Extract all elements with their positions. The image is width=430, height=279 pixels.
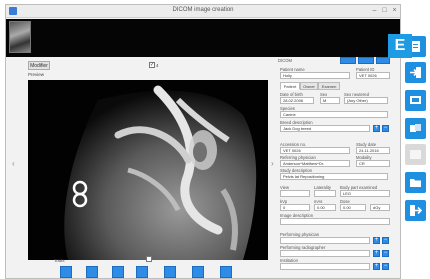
neutered-select[interactable]: (Any Other) (344, 97, 388, 104)
rotate-right-tool-icon[interactable] (192, 266, 204, 278)
preview-checkbox[interactable]: ✓ (149, 62, 155, 68)
screen: DICOM image creation – □ × Modifier ✓ 4 … (0, 0, 430, 279)
referring-input[interactable]: Anderson^Matthew^Dr. (280, 160, 350, 167)
study-desc-input[interactable]: Pelvis lat Repositioning (280, 173, 388, 180)
rotate-left-tool-icon[interactable] (60, 266, 72, 278)
tools-bar (40, 266, 240, 279)
logout-icon[interactable] (405, 200, 426, 221)
laterality-select[interactable] (314, 190, 336, 197)
folder-icon[interactable] (405, 172, 426, 193)
xray-preview (28, 80, 268, 260)
thumbnail-strip (6, 19, 400, 57)
tab-patient[interactable]: Patient (280, 82, 300, 90)
performing-radiographer-input[interactable] (280, 250, 370, 257)
maximize-icon[interactable]: □ (380, 7, 389, 15)
dicom-icon[interactable] (405, 90, 426, 111)
patient-id-input[interactable]: VET 0026 (356, 72, 390, 79)
save-icon[interactable] (340, 57, 356, 64)
preview-label: Preview (28, 72, 45, 77)
patient-name-input[interactable]: Holly (280, 72, 350, 79)
dose-unit-select[interactable]: dGy (370, 204, 390, 211)
step-badge: E (388, 34, 412, 58)
mirror-tool-icon[interactable] (136, 266, 148, 278)
tab-examen[interactable]: Examen (318, 82, 340, 90)
remove-radiographer-button[interactable]: − (382, 250, 389, 257)
dicom-form: DICOM Patient name Patient ID Holly VET … (276, 55, 394, 275)
add-radiographer-button[interactable]: + (373, 250, 380, 257)
performing-physician-input[interactable] (280, 237, 370, 244)
sex-select[interactable]: M (320, 97, 340, 104)
window-title: DICOM image creation (172, 7, 234, 13)
send-icon[interactable] (376, 57, 390, 64)
gallery-icon[interactable] (405, 144, 426, 165)
remove-physician-button[interactable]: − (382, 237, 389, 244)
flip-tool-icon[interactable] (112, 266, 124, 278)
xray-image (28, 80, 268, 260)
add-breed-button[interactable]: + (373, 125, 380, 132)
login-icon[interactable] (405, 62, 426, 83)
species-select[interactable]: Canine (280, 111, 388, 118)
dob-input[interactable]: 28.02.2006 (280, 97, 314, 104)
title-bar: DICOM image creation – □ × (6, 5, 400, 18)
export-icon[interactable] (358, 57, 374, 64)
institution-input[interactable] (280, 263, 370, 270)
view-select[interactable] (280, 190, 310, 197)
accession-input[interactable]: VET 0026 (280, 147, 350, 154)
crop-tool-icon[interactable] (86, 266, 98, 278)
mas-input[interactable]: 0.00 (314, 204, 336, 211)
rotate-tool-icon[interactable] (164, 266, 176, 278)
minimize-icon[interactable]: – (370, 7, 379, 15)
transfer-icon[interactable] (405, 118, 426, 139)
dose-input[interactable]: 0.00 (340, 204, 366, 211)
dicom-group-label: DICOM (278, 58, 292, 63)
image-desc-input[interactable] (280, 218, 390, 225)
body-part-select[interactable]: LEG (340, 190, 390, 197)
modality-select[interactable]: CR (356, 160, 390, 167)
tab-owner[interactable]: Owner (300, 82, 318, 90)
remove-institution-button[interactable]: − (382, 263, 389, 270)
image-thumbnail[interactable] (9, 21, 31, 53)
add-institution-button[interactable]: + (373, 263, 380, 270)
modify-button[interactable]: Modifier (28, 61, 50, 70)
study-date-input[interactable]: 24.11.2016 (356, 147, 390, 154)
tools-label: Tools (54, 258, 65, 263)
kv-input[interactable]: 0 (280, 204, 310, 211)
remove-breed-button[interactable]: − (382, 125, 389, 132)
next-arrow-icon[interactable]: › (271, 159, 274, 168)
reset-tool-icon[interactable] (220, 266, 232, 278)
checkbox-label: 4 (156, 63, 159, 68)
breed-input[interactable]: Jack Dog breed (280, 125, 370, 132)
add-physician-button[interactable]: + (373, 237, 380, 244)
tools-checkbox[interactable] (146, 256, 152, 262)
close-icon[interactable]: × (390, 7, 399, 15)
previous-arrow-icon[interactable]: ‹ (12, 159, 15, 168)
